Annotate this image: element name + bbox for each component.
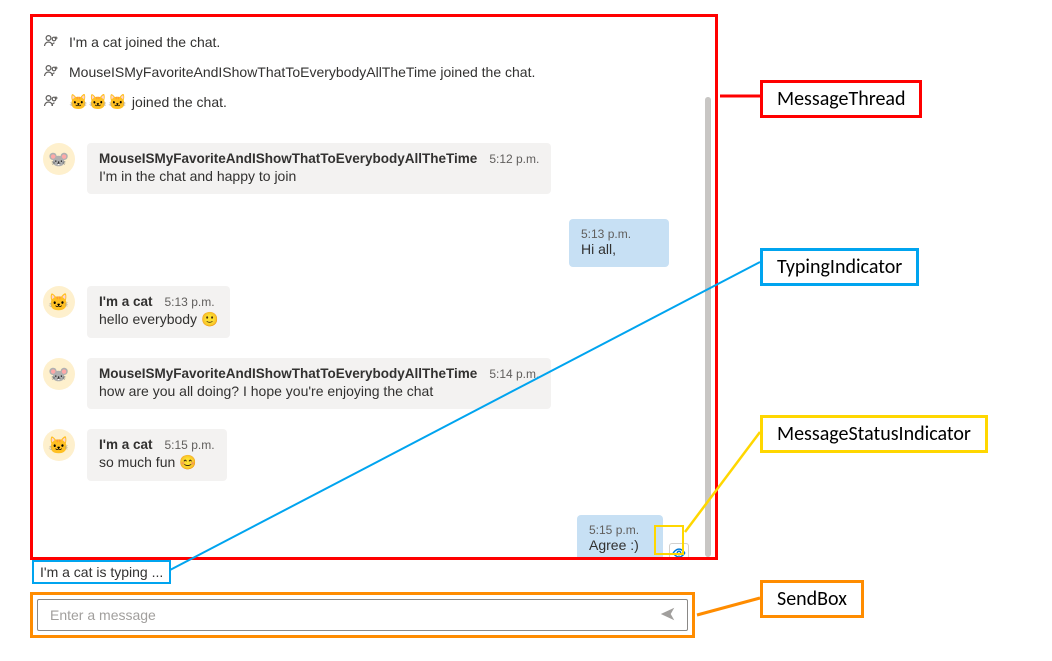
message-text: Agree :) xyxy=(589,537,651,553)
system-message-text: MouseISMyFavoriteAndIShowThatToEverybody… xyxy=(69,64,535,80)
message-time: 5:15 p.m. xyxy=(589,523,651,537)
avatar: 🐭 xyxy=(43,358,75,390)
message-text: I'm in the chat and happy to join xyxy=(99,168,539,184)
message-thread[interactable]: I'm a cat joined the chat. MouseISMyFavo… xyxy=(43,27,711,557)
system-message: 🐱🐱🐱 joined the chat. xyxy=(43,87,711,117)
message-row: 🐱 I'm a cat 5:15 p.m. so much fun 😊 xyxy=(43,429,711,481)
message-time: 5:15 p.m. xyxy=(165,438,215,452)
message-row-mine: 5:15 p.m. Agree :) xyxy=(577,515,689,560)
message-input[interactable] xyxy=(48,606,651,624)
system-message: MouseISMyFavoriteAndIShowThatToEverybody… xyxy=(43,57,711,87)
system-message: I'm a cat joined the chat. xyxy=(43,27,711,57)
message-status-indicator xyxy=(669,543,689,560)
people-add-icon xyxy=(43,33,59,52)
label-message-thread: MessageThread xyxy=(760,80,922,118)
message-text: so much fun 😊 xyxy=(99,454,215,471)
message-row: 🐭 MouseISMyFavoriteAndIShowThatToEverybo… xyxy=(43,358,711,409)
typing-indicator-text: I'm a cat is typing ... xyxy=(40,564,163,580)
message-time: 5:14 p.m. xyxy=(489,367,539,381)
message-bubble[interactable]: 5:13 p.m. Hi all, xyxy=(569,219,669,267)
label-typing-indicator: TypingIndicator xyxy=(760,248,919,286)
avatar: 🐱 xyxy=(43,286,75,318)
chat-composite-diagram: I'm a cat joined the chat. MouseISMyFavo… xyxy=(0,0,1052,661)
message-row-mine: 5:13 p.m. Hi all, xyxy=(569,219,669,267)
system-message-text: I'm a cat joined the chat. xyxy=(69,34,220,50)
message-sender: I'm a cat xyxy=(99,437,153,452)
sendbox xyxy=(37,599,688,631)
message-bubble[interactable]: MouseISMyFavoriteAndIShowThatToEverybody… xyxy=(87,358,551,409)
message-time: 5:13 p.m. xyxy=(581,227,657,241)
system-message-emoji: 🐱🐱🐱 xyxy=(69,94,128,111)
message-row: 🐱 I'm a cat 5:13 p.m. hello everybody 🙂 xyxy=(43,286,711,338)
message-bubble[interactable]: 5:15 p.m. Agree :) xyxy=(577,515,663,560)
scrollbar[interactable] xyxy=(705,97,711,557)
avatar: 🐭 xyxy=(43,143,75,175)
avatar-emoji: 🐭 xyxy=(48,151,69,168)
label-sendbox: SendBox xyxy=(760,580,864,618)
people-add-icon xyxy=(43,93,59,112)
message-bubble[interactable]: I'm a cat 5:15 p.m. so much fun 😊 xyxy=(87,429,227,481)
message-bubble[interactable]: MouseISMyFavoriteAndIShowThatToEverybody… xyxy=(87,143,551,194)
message-thread-outline: I'm a cat joined the chat. MouseISMyFavo… xyxy=(30,14,718,560)
people-add-icon xyxy=(43,63,59,82)
avatar-emoji: 🐭 xyxy=(48,366,69,383)
message-text: Hi all, xyxy=(581,241,657,257)
message-text: hello everybody 🙂 xyxy=(99,311,218,328)
label-message-status: MessageStatusIndicator xyxy=(760,415,988,453)
message-sender: MouseISMyFavoriteAndIShowThatToEverybody… xyxy=(99,366,477,381)
system-message-text: joined the chat. xyxy=(128,94,227,110)
typing-indicator-outline: I'm a cat is typing ... xyxy=(32,560,171,584)
sendbox-outline xyxy=(30,592,695,638)
send-button[interactable] xyxy=(659,605,677,626)
send-icon xyxy=(659,605,677,623)
avatar: 🐱 xyxy=(43,429,75,461)
message-row: 🐭 MouseISMyFavoriteAndIShowThatToEverybo… xyxy=(43,143,711,194)
message-sender: MouseISMyFavoriteAndIShowThatToEverybody… xyxy=(99,151,477,166)
message-sender: I'm a cat xyxy=(99,294,153,309)
message-time: 5:13 p.m. xyxy=(165,295,215,309)
message-bubble[interactable]: I'm a cat 5:13 p.m. hello everybody 🙂 xyxy=(87,286,230,338)
message-time: 5:12 p.m. xyxy=(489,152,539,166)
avatar-emoji: 🐱 xyxy=(48,437,69,454)
avatar-emoji: 🐱 xyxy=(48,294,69,311)
message-text: how are you all doing? I hope you're enj… xyxy=(99,383,539,399)
